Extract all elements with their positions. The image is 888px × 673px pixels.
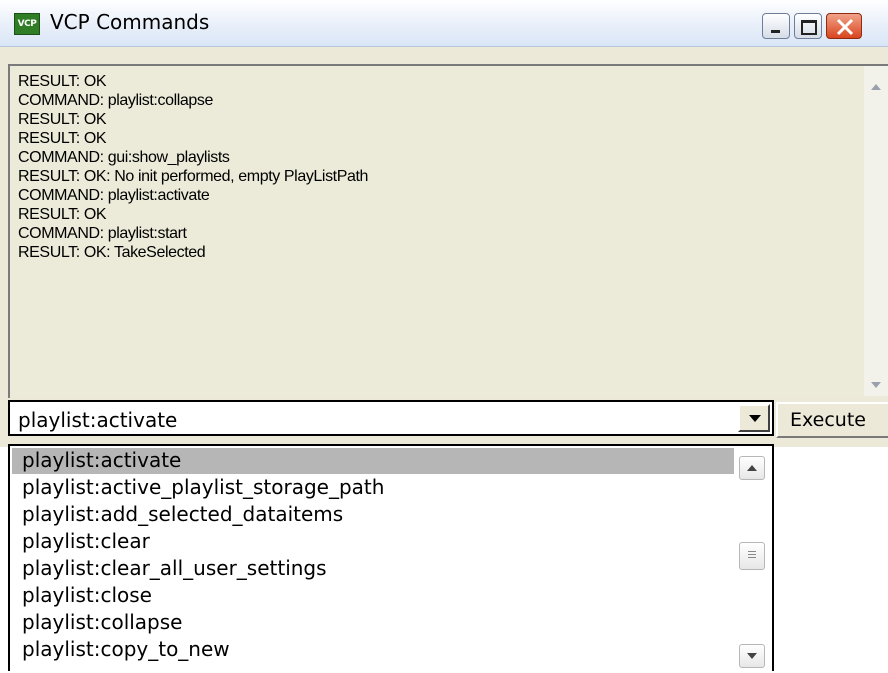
output-line: COMMAND: playlist:collapse xyxy=(18,92,213,109)
output-line: RESULT: OK xyxy=(18,206,107,223)
output-line: RESULT: OK: No init performed, empty Pla… xyxy=(18,168,369,185)
dropdown-item[interactable]: playlist:close xyxy=(12,583,738,609)
minimize-button[interactable] xyxy=(762,13,790,39)
dropdown-item[interactable]: playlist:copy_to_new xyxy=(12,637,738,663)
chevron-down-icon[interactable] xyxy=(738,404,770,432)
dropdown-item[interactable]: playlist:active_playlist_storage_path xyxy=(12,475,738,501)
scroll-up-icon[interactable] xyxy=(871,84,881,90)
dropdown-item[interactable]: playlist:activate xyxy=(12,448,738,474)
close-icon xyxy=(836,18,854,36)
command-combobox[interactable]: playlist:activate xyxy=(8,400,774,436)
scroll-down-button[interactable] xyxy=(739,644,765,668)
output-line: RESULT: OK xyxy=(18,130,107,147)
title-bar[interactable]: VCP VCP Commands xyxy=(0,0,888,47)
command-input[interactable]: playlist:activate xyxy=(18,408,177,432)
scroll-down-icon[interactable] xyxy=(871,382,881,388)
command-output-log[interactable]: RESULT: OK COMMAND: playlist:collapse RE… xyxy=(8,64,888,398)
output-line: COMMAND: gui:show_playlists xyxy=(18,149,230,166)
output-line: RESULT: OK: TakeSelected xyxy=(18,244,206,261)
output-scrollbar[interactable] xyxy=(864,66,888,396)
close-button[interactable] xyxy=(826,13,862,39)
dropdown-item[interactable]: playlist:add_selected_dataitems xyxy=(12,502,738,528)
output-line: RESULT: OK xyxy=(18,111,107,128)
scroll-up-button[interactable] xyxy=(739,456,765,480)
dropdown-item[interactable]: playlist:clear_all_user_settings xyxy=(12,556,738,582)
dropdown-scrollbar[interactable] xyxy=(734,446,770,673)
execute-button[interactable]: Execute xyxy=(776,402,888,438)
command-dropdown-list[interactable]: playlist:activate playlist:active_playli… xyxy=(8,444,774,673)
output-line: COMMAND: playlist:activate xyxy=(18,187,210,204)
output-line: RESULT: OK xyxy=(18,73,107,90)
maximize-button[interactable] xyxy=(794,13,822,39)
dropdown-item[interactable]: playlist:clear xyxy=(12,529,738,555)
vcp-app-icon: VCP xyxy=(14,13,40,35)
vcp-commands-window: VCP VCP Commands RESULT: OK COMMAND: pla… xyxy=(0,0,888,447)
output-line: COMMAND: playlist:start xyxy=(18,225,187,242)
window-title: VCP Commands xyxy=(50,10,210,34)
scroll-thumb[interactable] xyxy=(739,542,765,570)
output-lines: RESULT: OK COMMAND: playlist:collapse RE… xyxy=(18,72,368,262)
dropdown-item[interactable]: playlist:collapse xyxy=(12,610,738,636)
